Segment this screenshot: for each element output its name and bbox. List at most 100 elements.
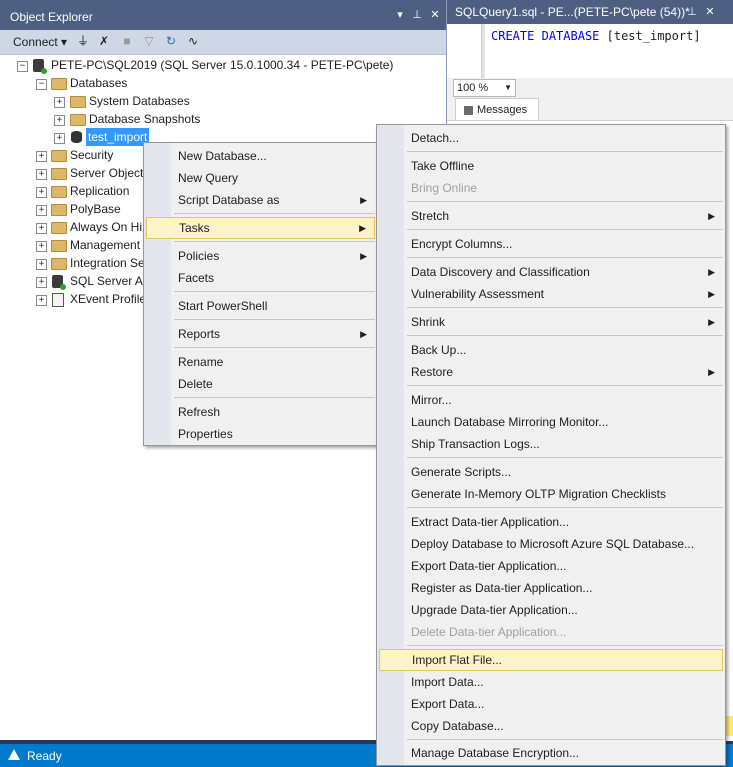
- menu-item-deploy-azure[interactable]: Deploy Database to Microsoft Azure SQL D…: [379, 533, 723, 555]
- query-tab[interactable]: SQLQuery1.sql - PE...(PETE-PC\pete (54))…: [447, 0, 733, 24]
- menu-item-export-dac[interactable]: Export Data-tier Application...: [379, 555, 723, 577]
- tree-node-replication[interactable]: Replication: [70, 182, 129, 200]
- menu-item-script-database-as[interactable]: Script Database as ▶: [146, 189, 375, 211]
- close-icon[interactable]: ✕: [428, 8, 442, 21]
- submenu-arrow-icon: ▶: [708, 289, 715, 299]
- submenu-arrow-icon: ▶: [359, 223, 366, 233]
- menu-item-properties[interactable]: Properties: [146, 423, 375, 445]
- menu-item-shrink[interactable]: Shrink ▶: [379, 311, 723, 333]
- menu-item-vulnerability-assessment[interactable]: Vulnerability Assessment ▶: [379, 283, 723, 305]
- menu-item-upgrade-dac[interactable]: Upgrade Data-tier Application...: [379, 599, 723, 621]
- menu-item-new-database[interactable]: New Database...: [146, 145, 375, 167]
- menu-item-refresh[interactable]: Refresh: [146, 401, 375, 423]
- menu-item-rename[interactable]: Rename: [146, 351, 375, 373]
- menu-item-back-up[interactable]: Back Up...: [379, 339, 723, 361]
- expand-toggle[interactable]: +: [36, 277, 47, 288]
- menu-item-mirror[interactable]: Mirror...: [379, 389, 723, 411]
- tree-node-sql-server-agent[interactable]: SQL Server Ag: [70, 272, 150, 290]
- menu-item-delete[interactable]: Delete: [146, 373, 375, 395]
- messages-tab[interactable]: Messages: [455, 98, 539, 121]
- expand-toggle[interactable]: +: [36, 223, 47, 234]
- menu-item-restore[interactable]: Restore ▶: [379, 361, 723, 383]
- menu-item-launch-mirroring-monitor[interactable]: Launch Database Mirroring Monitor...: [379, 411, 723, 433]
- menu-item-import-data[interactable]: Import Data...: [379, 671, 723, 693]
- collapse-toggle[interactable]: −: [36, 79, 47, 90]
- menu-item-ship-transaction-logs[interactable]: Ship Transaction Logs...: [379, 433, 723, 455]
- tree-node-database-snapshots[interactable]: Database Snapshots: [89, 110, 200, 128]
- object-explorer-title: Object Explorer: [10, 10, 93, 24]
- expand-toggle[interactable]: +: [36, 187, 47, 198]
- pin-icon[interactable]: ⊥: [410, 8, 424, 21]
- menu-item-delete-dac[interactable]: Delete Data-tier Application...: [379, 621, 723, 643]
- tree-node-databases[interactable]: Databases: [70, 74, 127, 92]
- filter-icon[interactable]: ▽: [142, 34, 156, 48]
- tree-node-management[interactable]: Management: [70, 236, 140, 254]
- menu-item-manage-encryption[interactable]: Manage Database Encryption...: [379, 742, 723, 764]
- menu-item-reports[interactable]: Reports ▶: [146, 323, 375, 345]
- tree-node-always-on[interactable]: Always On Hi: [70, 218, 142, 236]
- menu-item-generate-oltp-checklists[interactable]: Generate In-Memory OLTP Migration Checkl…: [379, 483, 723, 505]
- agent-icon: [52, 275, 66, 290]
- submenu-arrow-icon: ▶: [708, 267, 715, 277]
- menu-item-copy-database[interactable]: Copy Database...: [379, 715, 723, 737]
- activity-monitor-icon[interactable]: ∿: [186, 34, 200, 48]
- menu-separator: [174, 319, 375, 320]
- zoom-dropdown[interactable]: 100 % ▼: [453, 79, 516, 97]
- pin-icon[interactable]: ⊥: [685, 5, 699, 18]
- tree-node-server[interactable]: PETE-PC\SQL2019 (SQL Server 15.0.1000.34…: [51, 56, 393, 74]
- menu-item-extract-dac[interactable]: Extract Data-tier Application...: [379, 511, 723, 533]
- menu-item-policies[interactable]: Policies ▶: [146, 245, 375, 267]
- expand-toggle[interactable]: +: [36, 241, 47, 252]
- expand-toggle[interactable]: +: [36, 151, 47, 162]
- submenu-arrow-icon: ▶: [360, 329, 367, 339]
- tree-node-system-databases[interactable]: System Databases: [89, 92, 190, 110]
- menu-item-import-flat-file[interactable]: Import Flat File...: [379, 649, 723, 671]
- menu-item-data-discovery[interactable]: Data Discovery and Classification ▶: [379, 261, 723, 283]
- expand-toggle[interactable]: +: [36, 295, 47, 306]
- menu-separator: [174, 397, 375, 398]
- menu-item-start-powershell[interactable]: Start PowerShell: [146, 295, 375, 317]
- folder-icon: [51, 150, 67, 162]
- disconnect-icon[interactable]: ✗: [97, 34, 111, 48]
- connect-plug-icon[interactable]: ⏚: [76, 34, 90, 48]
- server-icon: [33, 59, 47, 74]
- refresh-icon[interactable]: ↻: [164, 34, 178, 48]
- tree-node-polybase[interactable]: PolyBase: [70, 200, 121, 218]
- expand-toggle[interactable]: +: [36, 259, 47, 270]
- stop-icon[interactable]: ■: [120, 34, 134, 48]
- folder-icon: [51, 186, 67, 198]
- menu-item-take-offline[interactable]: Take Offline: [379, 155, 723, 177]
- expand-toggle[interactable]: +: [54, 133, 65, 144]
- menu-item-new-query[interactable]: New Query: [146, 167, 375, 189]
- sql-editor[interactable]: CREATE DATABASE [test_import]: [447, 24, 733, 78]
- menu-item-register-dac[interactable]: Register as Data-tier Application...: [379, 577, 723, 599]
- close-tab-icon[interactable]: ✕: [703, 5, 717, 18]
- menu-item-export-data[interactable]: Export Data...: [379, 693, 723, 715]
- collapse-toggle[interactable]: −: [17, 61, 28, 72]
- menu-item-bring-online[interactable]: Bring Online: [379, 177, 723, 199]
- expand-toggle[interactable]: +: [36, 169, 47, 180]
- menu-item-stretch[interactable]: Stretch ▶: [379, 205, 723, 227]
- menu-separator: [407, 457, 723, 458]
- expand-toggle[interactable]: +: [36, 205, 47, 216]
- expand-toggle[interactable]: +: [54, 115, 65, 126]
- expand-toggle[interactable]: +: [54, 97, 65, 108]
- menu-item-tasks[interactable]: Tasks ▶: [146, 217, 375, 239]
- tree-node-integration-services[interactable]: Integration Se: [70, 254, 145, 272]
- messages-icon: [464, 105, 473, 115]
- connect-button[interactable]: Connect ▾: [13, 35, 67, 49]
- menu-item-generate-scripts[interactable]: Generate Scripts...: [379, 461, 723, 483]
- dropdown-icon[interactable]: ▾: [393, 8, 407, 21]
- sql-code-line: CREATE DATABASE [test_import]: [491, 29, 701, 43]
- tree-node-xevent-profiler[interactable]: XEvent Profile: [70, 290, 146, 308]
- menu-item-encrypt-columns[interactable]: Encrypt Columns...: [379, 233, 723, 255]
- tree-node-test-import[interactable]: test_import: [86, 128, 150, 146]
- menu-item-detach[interactable]: Detach...: [379, 127, 723, 149]
- menu-separator: [407, 229, 723, 230]
- tree-node-security[interactable]: Security: [70, 146, 113, 164]
- menu-item-facets[interactable]: Facets: [146, 267, 375, 289]
- tree-node-server-objects[interactable]: Server Objects: [70, 164, 149, 182]
- object-explorer-toolbar: Connect ▾ ⏚ ✗ ■ ▽ ↻ ∿: [0, 30, 446, 55]
- menu-separator: [407, 385, 723, 386]
- sql-identifier: [test_import]: [606, 29, 701, 43]
